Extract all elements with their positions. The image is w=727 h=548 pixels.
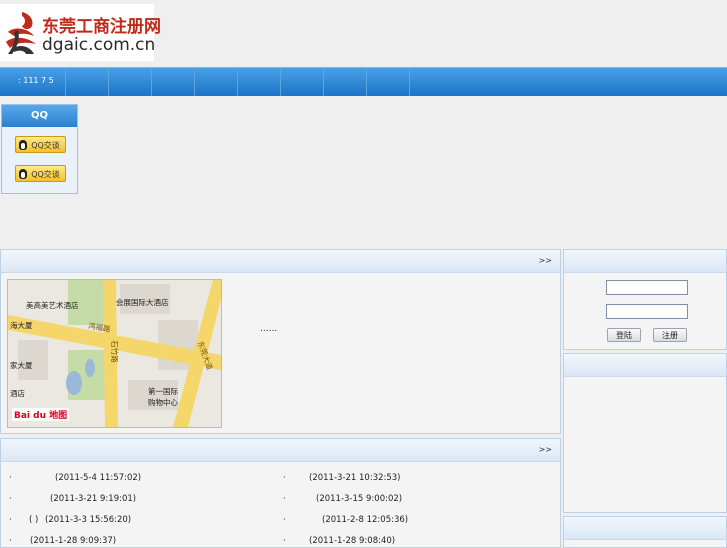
baidu-map-logo: Bai du 地图: [12, 408, 70, 421]
logo-domain-text: dgaic.com.cn: [42, 35, 156, 55]
news-panel: >>: [0, 438, 561, 548]
nav-item-7[interactable]: [324, 68, 367, 96]
login-button[interactable]: 登陆: [607, 328, 641, 342]
nav-item-hotline[interactable]: : 111 7 5: [0, 68, 66, 96]
password-field[interactable]: [606, 304, 688, 319]
qq-chat-label: QQ交谈: [31, 141, 60, 150]
nav-item-1[interactable]: [66, 68, 109, 96]
map-label-center: 会展国际大酒店: [116, 298, 169, 307]
nav-item-2[interactable]: [109, 68, 152, 96]
qq-contact-box: QQ QQ交谈 QQ交谈: [1, 104, 78, 194]
main-nav-bar: : 111 7 5: [0, 67, 727, 96]
side-panel-bottom-header: [564, 517, 726, 540]
qq-box-title: QQ: [2, 105, 77, 127]
login-panel: [563, 249, 727, 350]
about-more-link[interactable]: >>: [539, 256, 552, 265]
map-label-hotel: 美高美艺术酒店: [26, 301, 79, 310]
qq-chat-button-2[interactable]: QQ交谈: [15, 165, 66, 182]
map-label-mall: 第一国际 购物中心: [148, 387, 178, 407]
map-label-bldg2: 家大厦: [10, 361, 33, 370]
username-field[interactable]: [606, 280, 688, 295]
map-label-bldg1: 海大厦: [10, 321, 33, 330]
register-button[interactable]: 注册: [653, 328, 687, 342]
news-more-link[interactable]: >>: [539, 445, 552, 454]
qq-chat-label: QQ交谈: [31, 170, 60, 179]
about-summary-ellipsis: ......: [260, 324, 278, 334]
site-logo[interactable]: 东莞工商注册网 dgaic.com.cn: [0, 4, 161, 61]
side-panel-bottom: [563, 516, 727, 548]
nav-item-8[interactable]: [367, 68, 410, 96]
nav-item-5[interactable]: [238, 68, 281, 96]
nav-item-6[interactable]: [281, 68, 324, 96]
location-map[interactable]: 美高美艺术酒店 会展国际大酒店 鸿福路 石竹路 东莞大道 第一国际 购物中心 海…: [7, 279, 222, 428]
news-panel-header: >>: [1, 439, 560, 462]
qq-penguin-icon: [19, 169, 27, 179]
logo-chinese-text: 东莞工商注册网: [42, 17, 161, 37]
map-label-bldg3: 酒店: [10, 389, 25, 398]
side-panel: [563, 353, 727, 513]
nav-item-3[interactable]: [152, 68, 195, 96]
nav-item-4[interactable]: [195, 68, 238, 96]
map-label-road2: 石竹路: [109, 340, 119, 363]
qq-penguin-icon: [19, 140, 27, 150]
logo-emblem-icon: [6, 12, 36, 54]
about-panel-header: >>: [1, 250, 560, 273]
qq-chat-button-1[interactable]: QQ交谈: [15, 136, 66, 153]
side-panel-header: [564, 354, 726, 377]
login-panel-header: [564, 250, 726, 273]
